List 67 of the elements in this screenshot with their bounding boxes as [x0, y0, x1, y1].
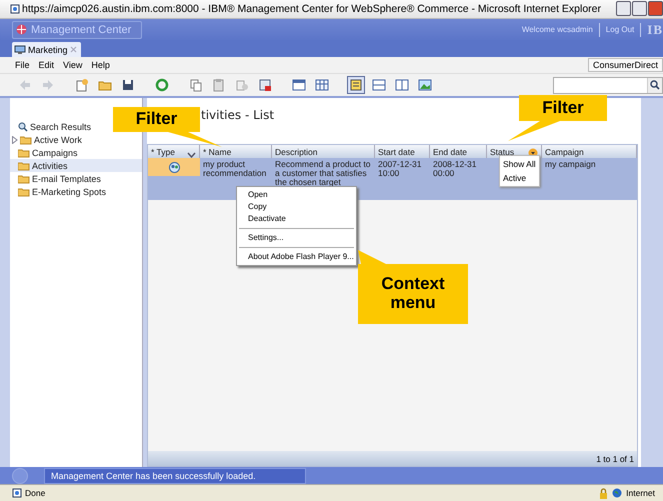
folder-icon: [18, 186, 30, 197]
table-cell-text: my campaign: [544, 158, 597, 171]
toolbar-button[interactable]: [347, 76, 365, 94]
folder-icon: [20, 134, 32, 145]
context-menu-item[interactable]: Deactivate: [237, 213, 356, 225]
minimize-button[interactable]: [616, 1, 631, 16]
context-menu-item[interactable]: Open: [237, 189, 356, 201]
search-icon[interactable]: [650, 80, 660, 90]
columns-icon: [395, 78, 409, 92]
table-cell-text: Recommend a product to a customer that satisfies the chosen target: [274, 158, 372, 189]
image-icon: [418, 78, 432, 92]
page-count: 1 to 1 of 1: [596, 454, 634, 464]
menu-item[interactable]: View: [63, 60, 82, 70]
context-menu-item[interactable]: About Adobe Flash Player 9...: [237, 251, 356, 263]
document-icon: [235, 78, 249, 92]
store-selector[interactable]: ConsumerDirect: [588, 58, 663, 72]
clipboard-icon: [212, 78, 226, 92]
monitor-icon: [14, 44, 26, 55]
tree-item[interactable]: E-Marketing Spots: [10, 185, 106, 198]
marketing-tab[interactable]: Marketing: [12, 42, 81, 58]
status-message: Management Center has been successfully loaded.: [44, 468, 306, 484]
globe-icon: [16, 24, 27, 36]
table-icon: [315, 78, 329, 92]
lock-icon: [599, 488, 608, 499]
page-icon: [10, 4, 20, 14]
people-icon: [168, 162, 180, 173]
tree-item[interactable]: Activities: [10, 159, 142, 172]
details-icon: [349, 78, 363, 92]
forward-arrow-icon: [41, 78, 55, 92]
menu-item[interactable]: Help: [91, 60, 110, 70]
search-field[interactable]: [553, 76, 663, 94]
table-cell-text: 2008-12-31 00:00: [432, 158, 478, 180]
save-icon: [121, 78, 135, 92]
maximize-button[interactable]: [632, 1, 647, 16]
menu-item[interactable]: Show All: [500, 157, 539, 171]
table-cell-text: my product recommendation: [202, 158, 268, 180]
close-button[interactable]: [648, 1, 663, 16]
expand-arrow-icon[interactable]: [12, 136, 18, 144]
tree-item[interactable]: E-mail Templates: [10, 172, 101, 186]
back-arrow-icon: [18, 78, 32, 92]
globe-icon: [612, 488, 622, 498]
table-cell-text: 2007-12-31 10:00: [377, 158, 422, 180]
callout: Filter: [508, 95, 607, 141]
window-title: https://aimcp026.austin.ibm.com:8000 - IBM® Management Center for WebSphere® Commerce - Microsoft Internet Explorer: [22, 2, 602, 15]
browser-status-text: Done: [25, 488, 46, 498]
context-menu-item[interactable]: Settings...: [237, 232, 356, 244]
page-icon: [12, 488, 22, 498]
window-icon: [292, 78, 306, 92]
folder-icon: [18, 160, 30, 171]
new-document-icon: [75, 78, 89, 92]
logo: IB: [647, 22, 663, 38]
rows-icon: [372, 78, 386, 92]
menu-item[interactable]: File: [15, 60, 30, 70]
security-zone: Internet: [626, 488, 655, 498]
list-title: tivities - List: [201, 108, 274, 122]
refresh-icon: [155, 78, 169, 92]
tree-item[interactable]: Campaigns: [10, 146, 78, 160]
tree-item[interactable]: Active Work: [10, 133, 82, 146]
context-menu-item[interactable]: Copy: [237, 201, 356, 213]
menu-item[interactable]: Active: [500, 171, 539, 185]
tree-item[interactable]: Search Results: [10, 120, 92, 134]
welcome-text: Welcome wcsadmin: [522, 25, 593, 34]
menu-item[interactable]: Edit: [38, 60, 54, 70]
search-icon: [18, 122, 28, 132]
status-indicator: [12, 468, 28, 484]
callout: Context menu: [358, 250, 468, 324]
copy-icon: [189, 78, 203, 92]
